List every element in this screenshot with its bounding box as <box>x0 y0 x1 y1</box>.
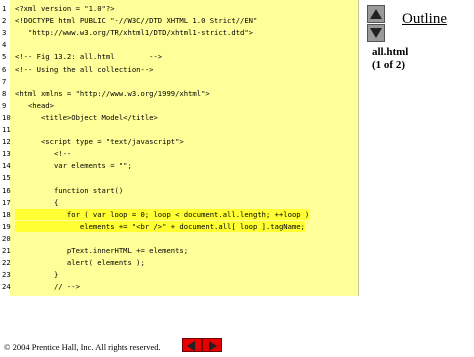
code-line: 2 <!DOCTYPE html PUBLIC "-//W3C//DTD XHTM… <box>0 15 358 26</box>
code-text: <?xml version = "1.0"?> <box>15 4 115 13</box>
code-text: } <box>15 270 59 280</box>
line-number: 10 <box>2 112 11 122</box>
code-line: 24 // --> <box>0 281 358 292</box>
line-number: 13 <box>2 149 11 159</box>
code-line: 20 <box>0 233 358 244</box>
code-text: "http://www.w3.org/TR/xhtml1/DTD/xhtml1-… <box>15 28 253 38</box>
code-text: elements += "<br />" + document.all[ loo… <box>15 220 305 232</box>
code-line: 11 <box>0 124 358 135</box>
code-line: 10 <title>Object Model</title> <box>0 112 358 123</box>
code-text: <head> <box>15 100 54 110</box>
line-number: 21 <box>2 246 11 255</box>
code-line: 14 var elements = ""; <box>0 160 358 171</box>
line-number: 6 <box>2 64 7 74</box>
line-number: 15 <box>2 173 11 183</box>
code-text: <title>Object Model</title> <box>15 112 158 122</box>
line-number: 5 <box>2 52 7 62</box>
line-number: 16 <box>2 185 11 195</box>
file-info: all.html (1 of 2) <box>372 46 408 72</box>
line-number: 7 <box>2 76 7 86</box>
code-line: 3 "http://www.w3.org/TR/xhtml1/DTD/xhtml… <box>0 27 358 38</box>
code-line: 12 <script type = "text/javascript"> <box>0 136 358 147</box>
code-line: 18 for ( var loop = 0; loop < document.a… <box>0 208 358 220</box>
code-line: 13 <!-- <box>0 148 358 159</box>
code-line: 22 alert( elements ); <box>0 257 358 268</box>
code-text: alert( elements ); <box>15 258 145 268</box>
code-line: 7 <box>0 76 358 87</box>
line-number: 9 <box>2 100 7 110</box>
page-indicator: (1 of 2) <box>372 59 405 71</box>
code-listing-panel: 1 <?xml version = "1.0"?> 2 <!DOCTYPE html … <box>0 0 359 296</box>
line-number: 14 <box>2 161 11 171</box>
code-text: <html xmlns = "http://www.w3.org/1999/xh… <box>15 88 210 98</box>
code-text: <script type = "text/javascript"> <box>15 137 184 147</box>
triangle-up-icon <box>370 9 382 19</box>
code-line: 23 } <box>0 269 358 280</box>
code-text: { <box>15 197 59 207</box>
code-line: 16 function start() <box>0 185 358 196</box>
outline-title[interactable]: Outline <box>402 11 447 28</box>
code-line: 21 pText.innerHTML += elements; <box>0 245 358 256</box>
line-number: 4 <box>2 40 7 50</box>
code-line: 17 { <box>0 197 358 208</box>
scroll-down-button[interactable] <box>367 24 385 42</box>
next-slide-button[interactable] <box>202 338 222 352</box>
arrow-left-icon <box>187 341 195 351</box>
scroll-up-button[interactable] <box>367 5 385 23</box>
line-number: 20 <box>2 233 11 243</box>
line-number: 22 <box>2 258 11 268</box>
code-text: function start() <box>15 185 124 195</box>
line-number: 2 <box>2 16 7 26</box>
code-line: 1 <?xml version = "1.0"?> <box>0 3 358 14</box>
line-number: 3 <box>2 28 7 38</box>
code-text: for ( var loop = 0; loop < document.all.… <box>15 208 310 220</box>
arrow-right-icon <box>209 341 217 351</box>
file-name: all.html <box>372 46 409 58</box>
code-text: <!-- Fig 13.2: all.html --> <box>15 52 163 62</box>
code-text: pText.innerHTML += elements; <box>15 246 189 255</box>
triangle-down-icon <box>370 28 382 38</box>
code-text: <!DOCTYPE html PUBLIC "-//W3C//DTD XHTML… <box>15 16 258 26</box>
code-line: 8 <html xmlns = "http://www.w3.org/1999/x… <box>0 88 358 99</box>
line-number: 17 <box>2 197 11 207</box>
code-line: 9 <head> <box>0 100 358 111</box>
code-line: 4 <box>0 39 358 50</box>
line-number: 18 <box>2 209 11 219</box>
copyright-footer: © 2004 Prentice Hall, Inc. All rights re… <box>4 342 161 352</box>
line-number: 8 <box>2 88 7 98</box>
code-line: 19 elements += "<br />" + document.all[ … <box>0 220 358 232</box>
line-number: 12 <box>2 137 11 147</box>
line-number: 1 <box>2 4 7 13</box>
code-line: 6 <!-- Using the all collection--> <box>0 64 358 75</box>
code-line: 5 <!-- Fig 13.2: all.html --> <box>0 51 358 62</box>
line-number: 24 <box>2 282 11 292</box>
line-number: 23 <box>2 270 11 280</box>
code-text: <!-- <box>15 149 72 159</box>
line-number: 11 <box>2 125 11 134</box>
code-line: 15 <box>0 172 358 183</box>
code-text: <!-- Using the all collection--> <box>15 64 154 74</box>
code-text: var elements = ""; <box>15 161 132 171</box>
previous-slide-button[interactable] <box>182 338 202 352</box>
line-number: 19 <box>2 221 11 231</box>
code-text: // --> <box>15 282 80 292</box>
